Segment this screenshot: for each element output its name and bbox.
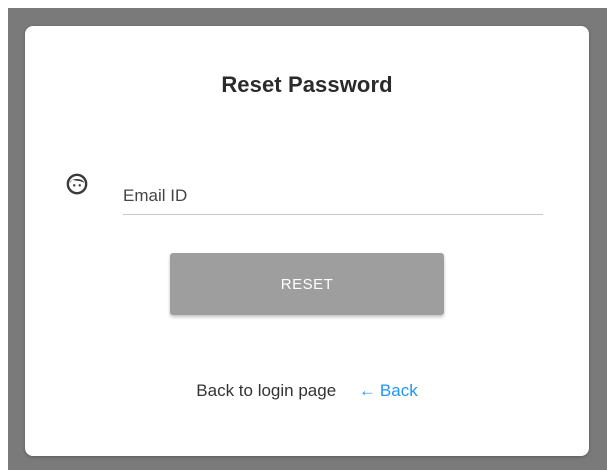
back-link-label: Back (379, 381, 418, 400)
email-field[interactable] (123, 178, 543, 215)
reset-password-card: Reset Password RESET Back to login page … (25, 26, 589, 456)
back-link[interactable]: ← Back (359, 381, 418, 400)
face-icon (66, 173, 88, 195)
back-to-login-text: Back to login page (196, 381, 337, 400)
arrow-left-icon: ← (358, 381, 376, 400)
reset-button[interactable]: RESET (170, 253, 444, 315)
back-to-login-row: Back to login page ← Back (25, 381, 589, 401)
page-title: Reset Password (221, 72, 393, 97)
